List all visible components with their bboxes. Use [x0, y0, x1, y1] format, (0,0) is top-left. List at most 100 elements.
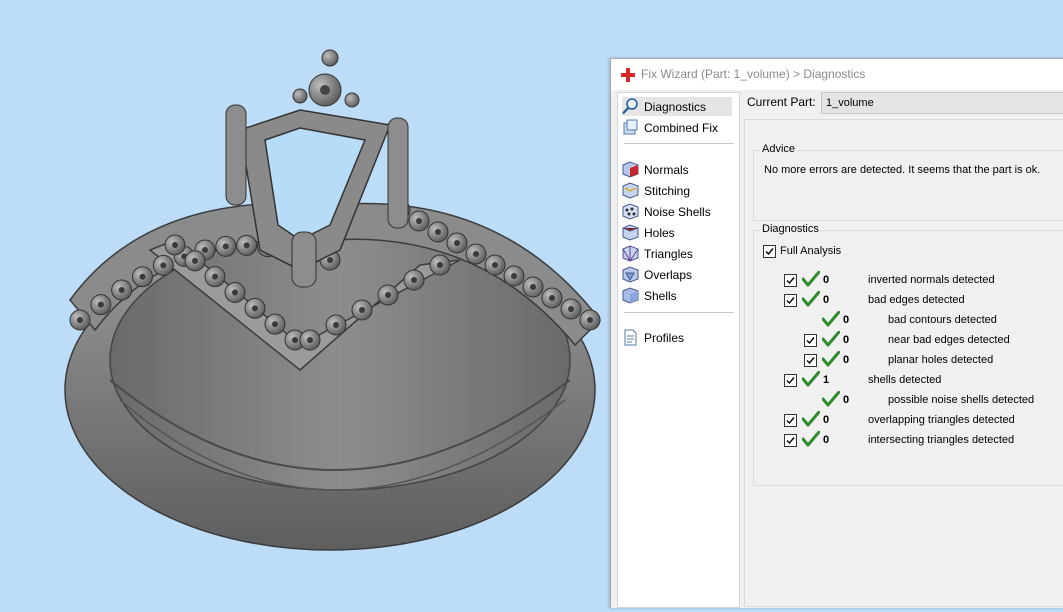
ring-stone-hole	[232, 289, 238, 296]
holes-cube-icon	[622, 224, 639, 241]
nav-label: Combined Fix	[644, 120, 719, 135]
nav-separator	[624, 312, 734, 313]
diagnostic-count: 0	[823, 434, 830, 446]
stitching-cube-icon	[622, 182, 639, 199]
diagnostic-row-checkbox[interactable]	[784, 414, 797, 427]
diagnostic-label: shells detected	[868, 374, 942, 386]
ring-stone-hole	[530, 284, 536, 290]
nav-item-overlaps[interactable]: Overlaps	[622, 265, 732, 284]
ring-stone-hole	[587, 317, 593, 323]
ring-stone-hole	[454, 240, 460, 246]
diagnostic-label: intersecting triangles detected	[868, 434, 1015, 446]
nav-label: Holes	[644, 225, 675, 240]
nav-item-shells[interactable]: Shells	[622, 286, 732, 305]
diagnostic-count: 0	[823, 414, 830, 426]
nav-label: Noise Shells	[644, 204, 711, 219]
diagnostic-label: overlapping triangles detected	[868, 414, 1015, 426]
diagnostic-label: possible noise shells detected	[888, 394, 1035, 406]
ring-stone-hole	[97, 301, 104, 308]
nav-item-combined-fix[interactable]: Combined Fix	[622, 118, 732, 137]
current-part-label: Current Part:	[747, 95, 816, 109]
diagnostic-count: 0	[823, 294, 830, 306]
ring-stone-hole	[416, 218, 422, 224]
green-check-icon	[822, 331, 840, 347]
green-check-icon	[802, 431, 820, 447]
ring-stone-hole	[411, 277, 417, 283]
diagnostics-legend: Diagnostics	[760, 223, 821, 235]
ring-stone-hole	[385, 292, 391, 298]
diagnostic-count: 0	[843, 394, 850, 406]
current-part-field[interactable]: 1_volume	[821, 92, 1063, 114]
full-analysis-checkbox[interactable]	[763, 245, 776, 258]
nav-item-profiles[interactable]: Profiles	[622, 328, 732, 347]
ring-stone-hole	[327, 257, 333, 263]
diagnostic-label: planar holes detected	[888, 354, 994, 366]
diagnostic-count: 0	[843, 334, 850, 346]
window-title: Fix Wizard (Part: 1_volume) > Diagnostic…	[641, 67, 866, 81]
ring-stone-hole	[252, 305, 258, 312]
green-check-icon	[802, 271, 820, 287]
ring-stone-hole	[139, 273, 146, 280]
ring-stone-hole	[192, 257, 198, 264]
diagnostic-row-checkbox[interactable]	[784, 434, 797, 447]
ring-model	[64, 49, 601, 551]
green-check-icon	[802, 371, 820, 387]
normals-cube-icon	[622, 161, 639, 178]
checkmark-icon	[765, 248, 774, 256]
nav-label: Overlaps	[644, 267, 693, 282]
wizard-content: Current Part: 1_volume Advice No more er…	[739, 90, 1063, 608]
nav-label: Stitching	[644, 183, 691, 198]
diagnostic-label: inverted normals detected	[868, 274, 995, 286]
diagnostic-row-checkbox[interactable]	[784, 294, 797, 307]
ring-stone-hole	[359, 307, 365, 313]
diagnostic-count: 0	[823, 274, 830, 286]
wizard-nav-panel: Diagnostics Combined Fix Normals Stitchi…	[617, 92, 740, 608]
shells-cube-icon	[622, 287, 639, 304]
nav-item-normals[interactable]: Normals	[622, 160, 732, 179]
green-check-icon	[822, 311, 840, 327]
nav-label: Triangles	[644, 246, 693, 261]
diagnostic-row-checkbox[interactable]	[804, 334, 817, 347]
nav-label: Profiles	[644, 330, 685, 345]
ring-stone-hole	[437, 262, 443, 268]
ring-stone-hole	[160, 262, 167, 269]
checkmark-icon	[806, 357, 815, 365]
3d-viewport[interactable]	[0, 0, 612, 607]
advice-message: No more errors are detected. It seems th…	[764, 164, 1041, 176]
diagnostic-label: near bad edges detected	[888, 334, 1010, 346]
diagnostic-row-checkbox[interactable]	[804, 354, 817, 367]
nav-item-noise-shells[interactable]: Noise Shells	[622, 202, 732, 221]
ring-stone-hole	[222, 243, 229, 250]
green-check-icon	[822, 391, 840, 407]
noise-shells-icon	[622, 203, 639, 220]
green-check-icon	[802, 411, 820, 427]
diagnostic-count: 0	[843, 314, 850, 326]
full-analysis-label: Full Analysis	[780, 245, 842, 257]
diagnostic-row-checkbox[interactable]	[784, 274, 797, 287]
checkmark-icon	[786, 437, 795, 445]
ring-stone-hole	[307, 337, 313, 343]
diagnostic-row-checkbox[interactable]	[784, 374, 797, 387]
nav-item-diagnostics[interactable]: Diagnostics	[622, 97, 732, 116]
nav-separator	[624, 143, 734, 144]
nav-item-holes[interactable]: Holes	[622, 223, 732, 242]
fix-wizard-window: Fix Wizard (Part: 1_volume) > Diagnostic…	[610, 58, 1063, 608]
checkmark-icon	[786, 297, 795, 305]
nav-label: Shells	[644, 288, 677, 303]
document-icon	[624, 329, 637, 346]
ring-stone-hole	[568, 306, 574, 312]
diagnostic-label: bad edges detected	[868, 294, 965, 306]
ring-stone-hole	[202, 247, 208, 253]
ring-stone-hole	[272, 321, 278, 328]
checkmark-icon	[786, 377, 795, 385]
nav-item-triangles[interactable]: Triangles	[622, 244, 732, 263]
nav-item-stitching[interactable]: Stitching	[622, 181, 732, 200]
magnifier-icon	[622, 98, 638, 115]
ring-stone-hole	[243, 242, 250, 249]
checkmark-icon	[786, 277, 795, 285]
ring-stone-hole	[511, 273, 517, 279]
app-plus-icon	[621, 68, 635, 82]
ring-stone-hole	[77, 317, 83, 323]
combined-fix-icon	[623, 119, 638, 135]
ring-stone-hole	[292, 337, 298, 343]
